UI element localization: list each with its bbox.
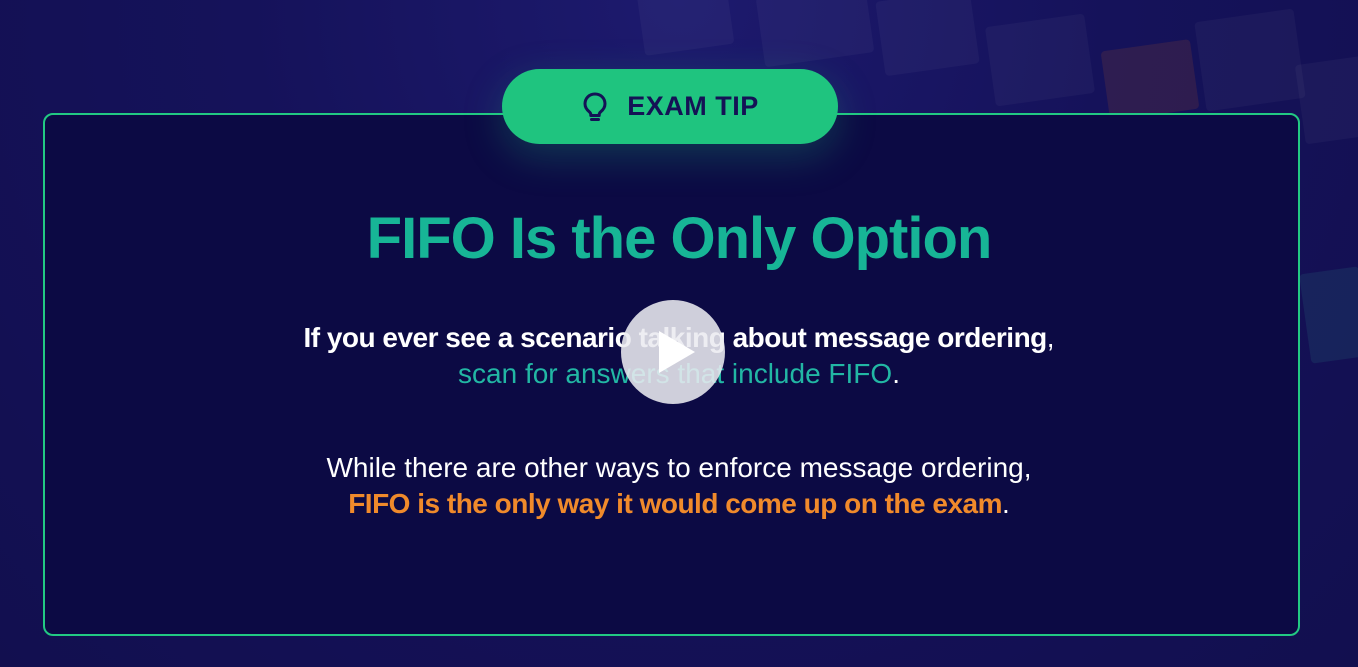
other-ways-text: While there are other ways to enforce me… bbox=[326, 452, 1032, 483]
exam-period: . bbox=[1002, 488, 1010, 519]
scan-period: . bbox=[892, 358, 900, 389]
background-thumbnail bbox=[756, 0, 875, 67]
lightbulb-icon bbox=[583, 92, 607, 121]
play-icon bbox=[659, 331, 695, 373]
tip-paragraph-secondary: While there are other ways to enforce me… bbox=[0, 450, 1358, 522]
video-play-button[interactable] bbox=[621, 300, 725, 404]
page-title: FIFO Is the Only Option bbox=[366, 206, 993, 271]
scenario-comma: , bbox=[1046, 322, 1055, 353]
background-thumbnail bbox=[1100, 39, 1200, 121]
background-thumbnail bbox=[1194, 8, 1306, 111]
background-thumbnail bbox=[875, 0, 980, 76]
background-thumbnail bbox=[1295, 56, 1358, 145]
exam-tip-badge: EXAM TIP bbox=[502, 69, 838, 144]
exam-tip-label: EXAM TIP bbox=[627, 91, 759, 121]
background-thumbnail bbox=[636, 0, 735, 56]
fifo-exam-highlight: FIFO is the only way it would come up on… bbox=[348, 488, 1003, 519]
background-thumbnail bbox=[985, 13, 1095, 106]
